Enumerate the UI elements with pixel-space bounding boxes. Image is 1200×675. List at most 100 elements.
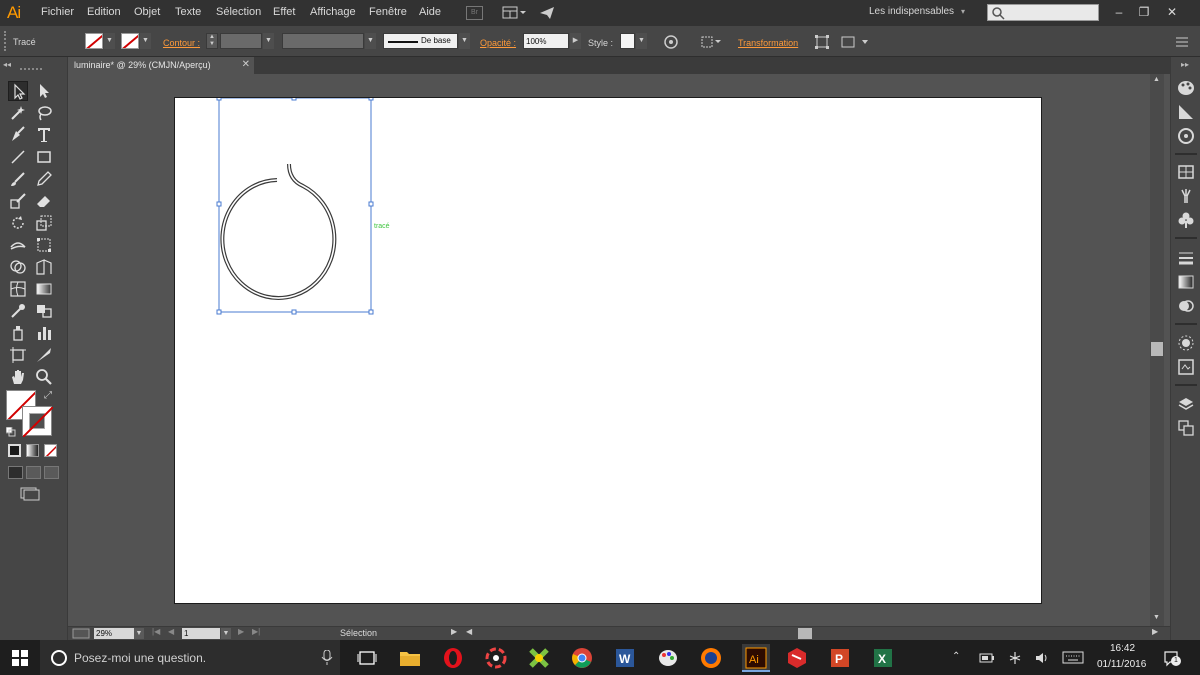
zoom-tool[interactable] <box>34 367 54 387</box>
stroke-weight-dropdown[interactable]: ▼ <box>263 33 274 49</box>
width-tool[interactable] <box>8 235 28 255</box>
excel-app[interactable]: X <box>871 646 895 670</box>
firefox-app[interactable] <box>699 646 723 670</box>
pen-tool[interactable] <box>8 125 28 145</box>
screen-mode-button[interactable] <box>20 487 40 501</box>
opacity-field[interactable]: 100% <box>523 33 569 49</box>
graphic-style-dropdown[interactable]: ▼ <box>636 33 647 49</box>
perspective-grid-tool[interactable] <box>34 257 54 277</box>
collapse-panel-icon[interactable]: ◂◂ <box>3 60 11 69</box>
restore-button[interactable]: ❐ <box>1132 4 1156 20</box>
canvas-area[interactable]: tracé <box>68 74 1150 626</box>
stroke-color-box[interactable] <box>22 406 53 437</box>
document-tab[interactable]: luminaire* @ 29% (CMJN/Aperçu) ✕ <box>68 57 254 74</box>
opacity-panel-link[interactable]: Opacité : <box>480 38 516 48</box>
close-window-button[interactable]: ✕ <box>1160 4 1184 20</box>
lasso-tool[interactable] <box>34 103 54 123</box>
scroll-up-icon[interactable]: ▲ <box>1153 76 1160 83</box>
stroke-weight-stepper[interactable]: ▲ ▼ <box>206 33 218 49</box>
gradient-tool[interactable] <box>34 279 54 299</box>
artboard-tool[interactable] <box>8 345 28 365</box>
keyboard-icon[interactable] <box>1062 651 1084 664</box>
control-panel-menu[interactable] <box>1175 35 1189 49</box>
scale-tool[interactable] <box>34 213 54 233</box>
gradient-mode-button[interactable] <box>26 444 39 457</box>
brush-dropdown[interactable]: ▼ <box>459 33 470 49</box>
draw-normal-button[interactable] <box>8 466 23 479</box>
swatches-panel-button[interactable] <box>1177 163 1195 181</box>
isolate-button[interactable] <box>814 34 830 50</box>
publish-button[interactable] <box>539 5 555 21</box>
hand-tool[interactable] <box>8 367 28 387</box>
direct-selection-tool[interactable] <box>34 81 54 101</box>
menu-texte[interactable]: Texte <box>175 6 201 18</box>
start-button[interactable] <box>12 650 28 666</box>
next-artboard-icon[interactable]: ▶ <box>238 627 244 636</box>
line-segment-tool[interactable] <box>8 147 28 167</box>
grip-handle[interactable] <box>4 31 8 51</box>
bridge-button[interactable]: Br <box>466 6 483 20</box>
expand-panels-icon[interactable]: ▸▸ <box>1181 60 1189 69</box>
vertical-scrollbar[interactable]: ▲ ▼ <box>1150 74 1164 626</box>
width-profile-dropdown[interactable]: ▼ <box>365 33 376 49</box>
stroke-panel-button[interactable] <box>1177 249 1195 267</box>
status-menu-arrow[interactable]: ▶ <box>451 627 457 636</box>
color-guide-panel-button[interactable] <box>1177 103 1195 121</box>
illustrator-app[interactable]: Ai <box>742 644 770 672</box>
magic-wand-tool[interactable] <box>8 103 28 123</box>
transparency-panel-button[interactable] <box>1177 297 1195 315</box>
paint-app[interactable] <box>656 646 680 670</box>
brush-definition-field[interactable]: De base <box>383 33 458 49</box>
artboard[interactable]: tracé <box>174 97 1042 604</box>
stroke-swatch[interactable] <box>121 33 139 49</box>
status-options-button[interactable] <box>72 628 92 639</box>
slice-tool[interactable] <box>34 345 54 365</box>
graphic-styles-panel-button[interactable] <box>1177 358 1195 376</box>
xnview-app[interactable] <box>527 646 551 670</box>
clock-time[interactable]: 16:42 <box>1110 643 1135 654</box>
swap-colors-icon[interactable]: ⤢ <box>44 390 52 401</box>
symbol-sprayer-tool[interactable] <box>8 323 28 343</box>
last-artboard-icon[interactable]: ▶| <box>252 627 260 636</box>
sketchup-app[interactable] <box>785 646 809 670</box>
stroke-panel-link[interactable]: Contour : <box>163 38 200 48</box>
artboard-dropdown[interactable]: ▼ <box>221 628 231 639</box>
search-help-input[interactable] <box>987 4 1099 21</box>
panel-grip[interactable] <box>20 68 42 72</box>
shape-builder-tool[interactable] <box>8 257 28 277</box>
blend-tool[interactable] <box>34 301 54 321</box>
fill-dropdown[interactable]: ▼ <box>104 33 115 49</box>
menu-selection[interactable]: Sélection <box>216 6 261 18</box>
variable-width-profile[interactable] <box>282 33 364 49</box>
draw-inside-button[interactable] <box>44 466 59 479</box>
action-center-button[interactable]: 1 <box>1163 650 1181 668</box>
microphone-icon[interactable] <box>321 650 333 666</box>
mesh-tool[interactable] <box>8 279 28 299</box>
prev-artboard-icon[interactable]: ◀ <box>168 627 174 636</box>
selection-tool[interactable] <box>8 81 28 101</box>
arrange-documents-button[interactable] <box>502 6 526 20</box>
scroll-right-icon[interactable]: ▶ <box>1152 627 1158 636</box>
close-tab-icon[interactable]: ✕ <box>242 59 250 70</box>
network-icon[interactable] <box>1007 650 1023 666</box>
gradient-panel-button[interactable] <box>1177 273 1195 291</box>
opacity-slider-toggle[interactable]: ▶ <box>570 33 581 49</box>
color-mode-button[interactable] <box>8 444 21 457</box>
column-graph-tool[interactable] <box>34 323 54 343</box>
menu-aide[interactable]: Aide <box>419 6 441 18</box>
powerpoint-app[interactable]: P <box>828 646 852 670</box>
pencil-tool[interactable] <box>34 169 54 189</box>
menu-edition[interactable]: Edition <box>87 6 121 18</box>
eraser-tool[interactable] <box>34 191 54 211</box>
recolor-panel-button[interactable] <box>1177 127 1195 145</box>
menu-effet[interactable]: Effet <box>273 6 295 18</box>
battery-icon[interactable] <box>979 652 995 664</box>
media-app[interactable] <box>484 646 508 670</box>
chevron-down-icon[interactable]: ▾ <box>961 7 965 16</box>
transform-panel-link[interactable]: Transformation <box>738 38 798 48</box>
recolor-options-button[interactable] <box>840 34 870 50</box>
ring-path[interactable] <box>220 163 337 300</box>
layers-panel-button[interactable] <box>1177 395 1195 413</box>
stroke-dropdown[interactable]: ▼ <box>140 33 151 49</box>
zoom-field[interactable]: 29% <box>94 628 134 639</box>
